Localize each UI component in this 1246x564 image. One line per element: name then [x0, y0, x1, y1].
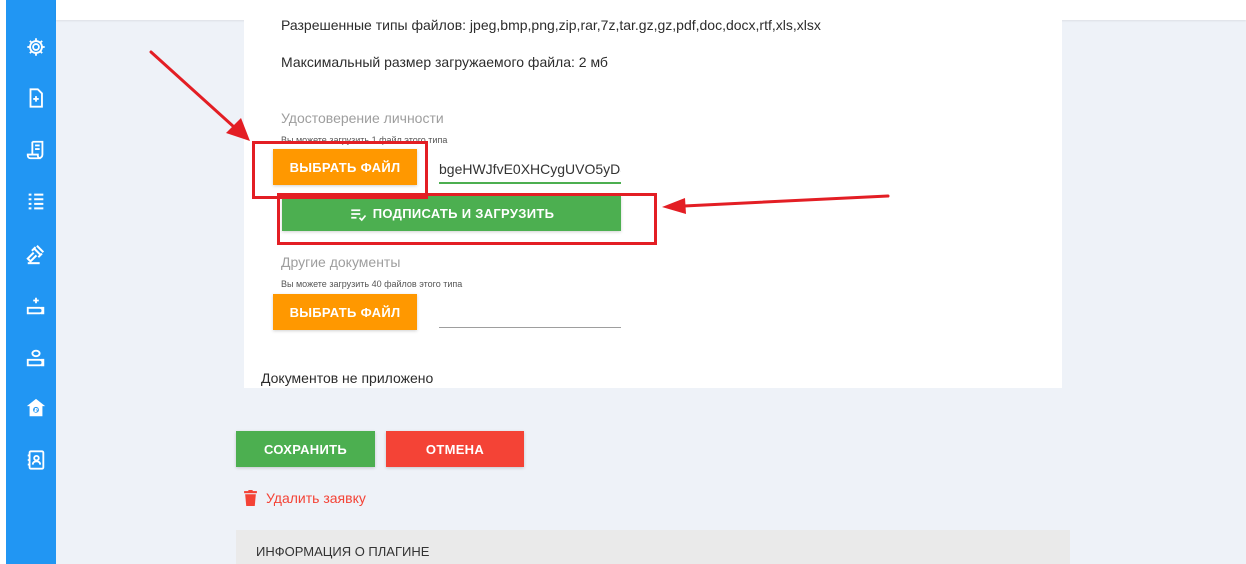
allowed-types-text: Разрешенные типы файлов: jpeg,bmp,png,zi… [281, 17, 821, 33]
svg-text:₽: ₽ [34, 408, 38, 414]
identity-doc-hint: Вы можете загрузить 1 файл этого типа [281, 135, 448, 145]
delete-application-link[interactable]: Удалить заявку [244, 488, 366, 508]
other-file-field[interactable] [439, 300, 621, 328]
max-size-text: Максимальный размер загружаемого файла: … [281, 54, 608, 70]
other-docs-label: Другие документы [281, 254, 401, 270]
save-button[interactable]: СОХРАНИТЬ [236, 431, 375, 467]
gavel-icon[interactable] [21, 239, 51, 269]
cancel-button[interactable]: ОТМЕНА [386, 431, 524, 467]
no-documents-text: Документов не приложено [261, 370, 434, 386]
trash-icon [244, 490, 257, 506]
plugin-info-title: ИНФОРМАЦИЯ О ПЛАГИНЕ [256, 544, 430, 559]
hand-coin-icon[interactable] [21, 343, 51, 373]
sign-and-upload-label: ПОДПИСАТЬ И ЗАГРУЗИТЬ [372, 206, 555, 221]
scroll-icon[interactable] [21, 135, 51, 165]
identity-file-field[interactable] [439, 155, 621, 184]
list-icon[interactable] [21, 187, 51, 217]
sign-and-upload-button[interactable]: ПОДПИСАТЬ И ЗАГРУЗИТЬ [282, 196, 621, 231]
gear-icon[interactable] [21, 32, 51, 62]
choose-identity-file-button[interactable]: ВЫБРАТЬ ФАЙЛ [273, 149, 417, 185]
house-money-icon[interactable]: ₽ [21, 393, 51, 423]
annotation-arrow-left [149, 50, 236, 129]
hand-coin-icon[interactable] [21, 291, 51, 321]
document-icon[interactable] [21, 83, 51, 113]
playlist-check-icon [351, 208, 366, 221]
contacts-icon[interactable] [21, 445, 51, 475]
sidebar: ₽ [6, 0, 56, 564]
identity-doc-label: Удостоверение личности [281, 110, 444, 126]
delete-application-label: Удалить заявку [266, 490, 366, 506]
other-docs-hint: Вы можете загрузить 40 файлов этого типа [281, 279, 463, 289]
upload-card: Разрешенные типы файлов: jpeg,bmp,png,zi… [244, 0, 1062, 388]
plugin-info-header[interactable]: ИНФОРМАЦИЯ О ПЛАГИНЕ [236, 530, 1070, 564]
choose-other-file-button[interactable]: ВЫБРАТЬ ФАЙЛ [273, 294, 417, 330]
